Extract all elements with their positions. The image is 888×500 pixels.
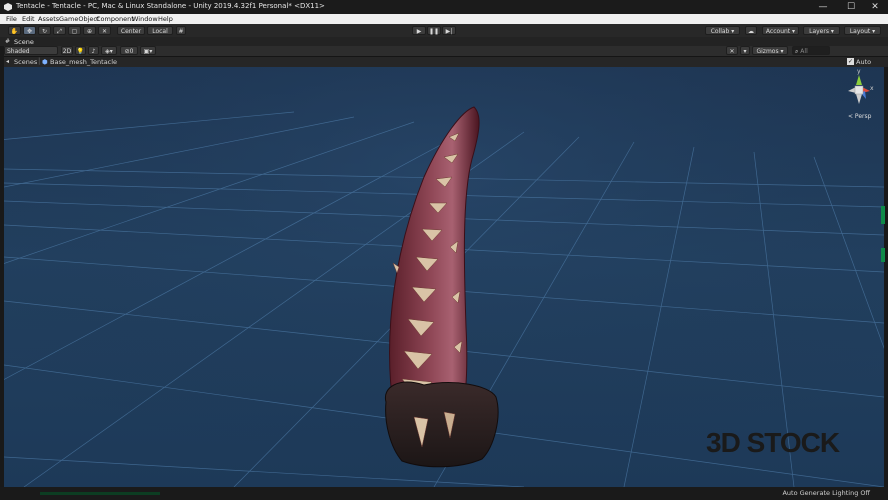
back-arrow-icon[interactable]: ◂ [6, 58, 9, 65]
menu-edit[interactable]: Edit [22, 15, 35, 23]
scene-search-input[interactable]: ⌕ All [792, 46, 830, 55]
close-button[interactable]: ✕ [862, 0, 888, 14]
scene-view-toolbar: Shaded 2D 💡 ♪ ◈▾ ⊘0 ▣▾ ✕ ▾ Gizmos ▾ ⌕ Al… [4, 46, 888, 57]
gizmos-label: Gizmos ▾ [756, 48, 784, 55]
effects-dropdown[interactable]: ◈▾ [101, 46, 117, 55]
camera-settings-dropdown[interactable]: ▣▾ [140, 46, 156, 55]
breadcrumb-item[interactable]: Base_mesh_Tentacle [50, 58, 117, 66]
transform-icon: ⊕ [86, 28, 93, 35]
layers-label: Layers ▾ [809, 28, 834, 35]
watermark-logo: 3D STOCK [706, 427, 840, 458]
status-text: Auto Generate Lighting Off [782, 489, 870, 497]
grid-snap-button[interactable]: # [176, 26, 186, 35]
breadcrumb-separator: | [38, 57, 41, 65]
step-button[interactable]: ▶| [442, 26, 456, 35]
collab-label: Collab ▾ [710, 28, 735, 35]
cloud-icon: ☁ [748, 28, 754, 35]
tab-scene[interactable]: Scene [14, 38, 34, 46]
camera-icon: ▣▾ [143, 48, 153, 55]
hand-icon: ✋ [10, 28, 19, 35]
lighting-toggle[interactable]: 💡 [75, 46, 86, 55]
play-icon: ▶ [416, 28, 422, 35]
rect-tool-button[interactable]: ▢ [68, 26, 81, 35]
pivot-center-toggle[interactable]: Center [117, 26, 145, 35]
perspective-toggle[interactable]: < Persp [848, 113, 871, 120]
account-label: Account ▾ [765, 28, 796, 35]
collab-dropdown[interactable]: Collab ▾ [705, 26, 740, 35]
rect-icon: ▢ [71, 28, 78, 35]
wrench-icon: ✕ [101, 28, 108, 35]
scroll-indicator [881, 206, 885, 224]
menu-window[interactable]: Window [132, 15, 158, 23]
hidden-count: 0 [129, 48, 134, 55]
grid-icon: # [178, 28, 184, 35]
shading-mode-label: Shaded [7, 48, 30, 55]
orientation-gizmo[interactable]: y x < Persp [842, 68, 876, 123]
space-label: Local [152, 28, 168, 35]
search-icon: ⌕ [795, 48, 799, 55]
scene-tools-button[interactable]: ✕ [726, 46, 738, 55]
pause-icon: ❚❚ [428, 28, 440, 35]
rotate-tool-button[interactable]: ↻ [38, 26, 51, 35]
pivot-label: Center [120, 28, 142, 35]
prefab-icon: ⬢ [42, 58, 48, 66]
scene-tools-dropdown[interactable]: ▾ [740, 46, 750, 55]
scale-tool-button[interactable]: ⤢ [53, 26, 66, 35]
chevron-down-icon: ▾ [743, 48, 747, 55]
scroll-indicator [881, 248, 885, 262]
mode-2d-label: 2D [62, 48, 72, 55]
cloud-button[interactable]: ☁ [745, 26, 757, 35]
search-placeholder: All [800, 48, 808, 55]
title-bar: Tentacle - Tentacle - PC, Mac & Linux St… [0, 0, 888, 14]
layout-label: Layout ▾ [849, 28, 876, 35]
auto-save-checkbox[interactable]: ✓ [847, 58, 854, 65]
gizmo-y-label: y [857, 68, 861, 75]
menu-assets[interactable]: Assets [38, 15, 59, 23]
play-button[interactable]: ▶ [412, 26, 426, 35]
gizmos-dropdown[interactable]: Gizmos ▾ [752, 46, 788, 55]
pause-button[interactable]: ❚❚ [427, 26, 441, 35]
unity-logo-icon [4, 3, 12, 11]
breadcrumb-root[interactable]: Scenes [14, 58, 37, 66]
rotate-icon: ↻ [41, 28, 48, 35]
hand-tool-button[interactable]: ✋ [8, 26, 21, 35]
pivot-local-toggle[interactable]: Local [147, 26, 173, 35]
scene-grid [4, 67, 884, 487]
scene-viewport[interactable]: y x < Persp 3D STOCK [4, 67, 884, 487]
audio-toggle[interactable]: ♪ [88, 46, 99, 55]
menu-file[interactable]: File [6, 15, 17, 23]
custom-tool-button[interactable]: ✕ [98, 26, 111, 35]
main-toolbar: ✋ ✥ ↻ ⤢ ▢ ⊕ ✕ Center Local # ▶ ❚❚ ▶| Col… [0, 24, 888, 38]
shading-mode-dropdown[interactable]: Shaded [4, 46, 58, 55]
scale-icon: ⤢ [57, 28, 62, 35]
minimize-button[interactable]: — [810, 0, 836, 14]
move-icon: ✥ [26, 28, 33, 35]
tools-icon: ✕ [729, 48, 735, 55]
scene-tab-icon: # [5, 38, 11, 45]
maximize-button[interactable]: ☐ [838, 0, 864, 14]
gizmo-x-label: x [870, 85, 874, 92]
light-icon: 💡 [76, 48, 85, 55]
scene-tab-strip: # Scene [0, 37, 888, 46]
menu-gameobject[interactable]: GameObject [59, 15, 100, 23]
speaker-icon: ♪ [91, 48, 96, 55]
status-bar: Auto Generate Lighting Off [0, 487, 888, 500]
window-title: Tentacle - Tentacle - PC, Mac & Linux St… [16, 2, 325, 10]
menu-bar: File Edit Assets GameObject Component Wi… [0, 14, 888, 24]
breadcrumb: ◂ Scenes | ⬢ Base_mesh_Tentacle ✓ Auto S… [4, 57, 888, 74]
layers-dropdown[interactable]: Layers ▾ [803, 26, 840, 35]
effects-icon: ◈▾ [105, 48, 113, 55]
menu-help[interactable]: Help [158, 15, 173, 23]
transform-tool-button[interactable]: ⊕ [83, 26, 96, 35]
move-tool-button[interactable]: ✥ [23, 26, 36, 35]
menu-component[interactable]: Component [96, 15, 134, 23]
hidden-objects-toggle[interactable]: ⊘0 [120, 46, 138, 55]
console-indicator [40, 492, 160, 495]
layout-dropdown[interactable]: Layout ▾ [844, 26, 881, 35]
account-dropdown[interactable]: Account ▾ [762, 26, 799, 35]
step-icon: ▶| [445, 28, 453, 35]
2d-toggle[interactable]: 2D [61, 46, 73, 55]
